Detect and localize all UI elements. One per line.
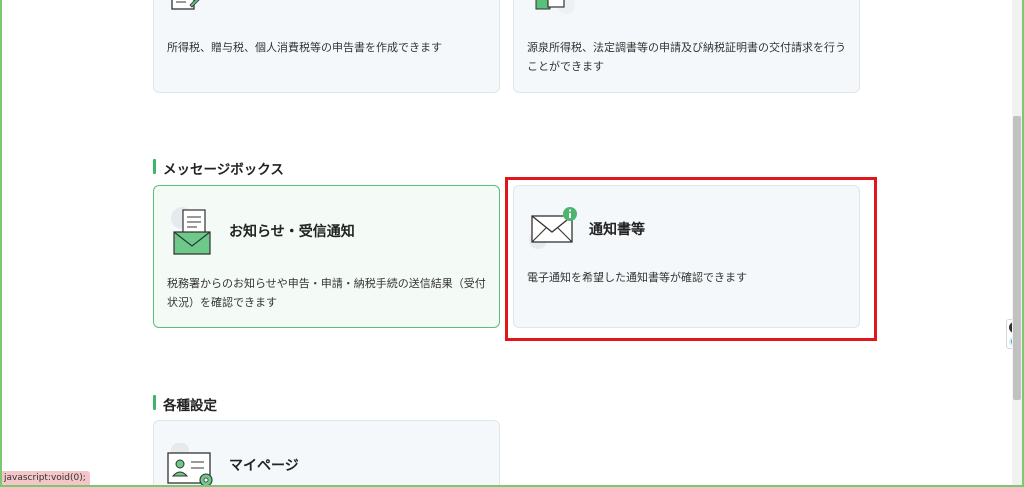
income-tax-card[interactable]: 所得税、贈与税、個人消費税等の申告書を作成できます bbox=[153, 0, 500, 93]
scrollbar-thumb[interactable] bbox=[1013, 116, 1021, 400]
scrollbar[interactable] bbox=[1012, 0, 1022, 487]
notices-title: お知らせ・受信通知 bbox=[229, 224, 355, 240]
notices-card[interactable]: お知らせ・受信通知 税務署からのお知らせや申告・申請・納税手続の送信結果（受付 … bbox=[153, 185, 500, 328]
document-hand-icon bbox=[526, 0, 576, 19]
message-box-heading: メッセージボックス bbox=[153, 158, 284, 178]
highlight-box bbox=[505, 177, 877, 341]
income-tax-description: 所得税、贈与税、個人消費税等の申告書を作成できます bbox=[167, 41, 442, 54]
profile-card-gear-icon bbox=[166, 442, 218, 487]
withholding-description: 源泉所得税、法定調書等の申請及び納税証明書の交付請求を行う ことができます bbox=[527, 41, 846, 73]
notices-description: 税務署からのお知らせや申告・申請・納税手続の送信結果（受付 状況）を確認できます bbox=[167, 277, 486, 309]
settings-heading: 各種設定 bbox=[153, 394, 217, 414]
document-pen-icon bbox=[166, 0, 206, 13]
withholding-card[interactable]: 源泉所得税、法定調書等の申請及び納税証明書の交付請求を行う ことができます bbox=[513, 0, 860, 93]
status-bar-url: javascript:void(0); bbox=[0, 471, 90, 485]
mail-document-icon bbox=[168, 204, 216, 256]
mypage-card[interactable]: マイページ bbox=[153, 420, 500, 487]
mypage-title: マイページ bbox=[229, 458, 299, 474]
